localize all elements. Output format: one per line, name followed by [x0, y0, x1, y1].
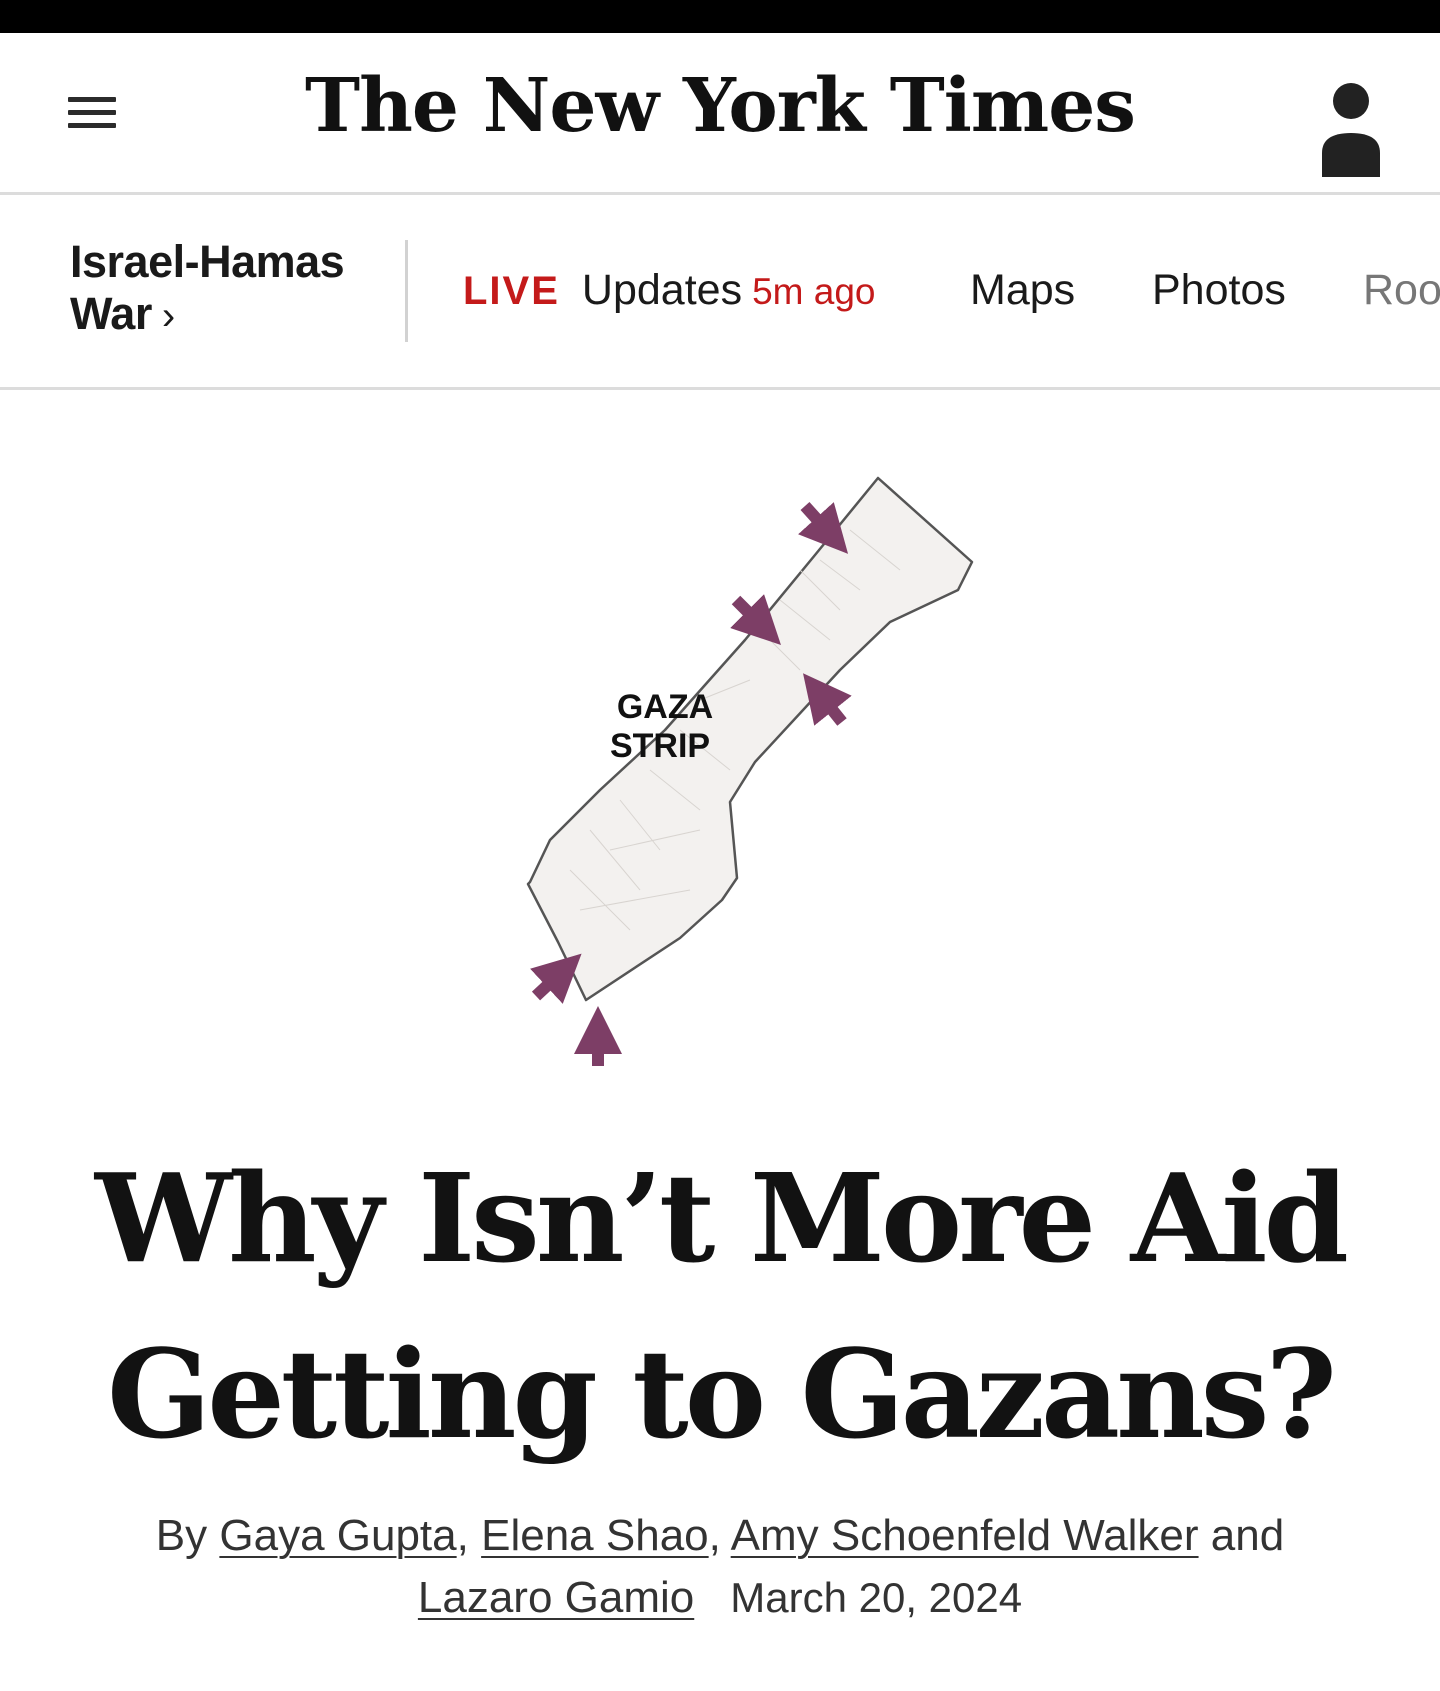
nav-item-truncated[interactable]: Roo	[1363, 266, 1440, 315]
author-link[interactable]: Amy Schoenfeld Walker	[731, 1511, 1199, 1560]
article-byline: By Gaya Gupta, Elena Shao, Amy Schoenfel…	[100, 1505, 1340, 1629]
nav-divider	[405, 240, 408, 342]
section-title-line2: War	[70, 288, 152, 339]
nav-item-maps[interactable]: Maps	[970, 266, 1075, 315]
author-link[interactable]: Lazaro Gamio	[418, 1573, 694, 1622]
arrow-north-1	[798, 501, 849, 554]
status-bar-strip	[0, 0, 1440, 33]
menu-bar-bottom	[68, 123, 116, 128]
gaza-strip-map: GAZA STRIP	[500, 470, 1000, 1070]
masthead: The New York Times	[0, 33, 1440, 195]
menu-bar-top	[68, 97, 116, 102]
gaza-strip-shape	[526, 476, 974, 1002]
menu-bar-middle	[68, 110, 116, 115]
article-headline: Why Isn’t More Aid Getting to Gazans?	[0, 1130, 1440, 1482]
hamburger-menu-icon[interactable]	[66, 91, 120, 137]
arrow-central	[803, 673, 852, 726]
nav-item-photos[interactable]: Photos	[1152, 266, 1286, 315]
headline-line2: Getting to Gazans?	[107, 1322, 1337, 1466]
section-title-link[interactable]: Israel-Hamas War ›	[70, 236, 345, 342]
section-title-line1: Israel-Hamas	[70, 236, 345, 287]
updated-timestamp: 5m ago	[752, 271, 876, 312]
updates-label: Updates	[581, 266, 743, 314]
byline-prefix: By	[155, 1511, 208, 1560]
map-label-strip: STRIP	[610, 727, 710, 765]
author-link[interactable]: Gaya Gupta	[219, 1511, 456, 1560]
user-account-icon[interactable]	[1318, 75, 1384, 183]
headline-line1: Why Isn’t More Aid	[95, 1146, 1349, 1290]
chevron-right-icon: ›	[161, 294, 175, 338]
byline-separator: ,	[456, 1511, 469, 1560]
byline-and: and	[1210, 1511, 1285, 1560]
arrow-south-1	[530, 953, 582, 1004]
section-nav-bar: Israel-Hamas War › LIVE Updates 5m ago Maps…	[0, 198, 1440, 390]
byline-separator: ,	[708, 1511, 721, 1560]
live-updates-link[interactable]: LIVE Updates 5m ago	[463, 266, 876, 315]
arrow-north-2	[730, 594, 781, 645]
nyt-logo[interactable]: The New York Times	[300, 63, 1140, 149]
publish-date: March 20, 2024	[730, 1574, 1023, 1621]
map-label-gaza: GAZA	[617, 688, 713, 726]
author-link[interactable]: Elena Shao	[481, 1511, 709, 1560]
live-badge: LIVE	[463, 269, 560, 313]
